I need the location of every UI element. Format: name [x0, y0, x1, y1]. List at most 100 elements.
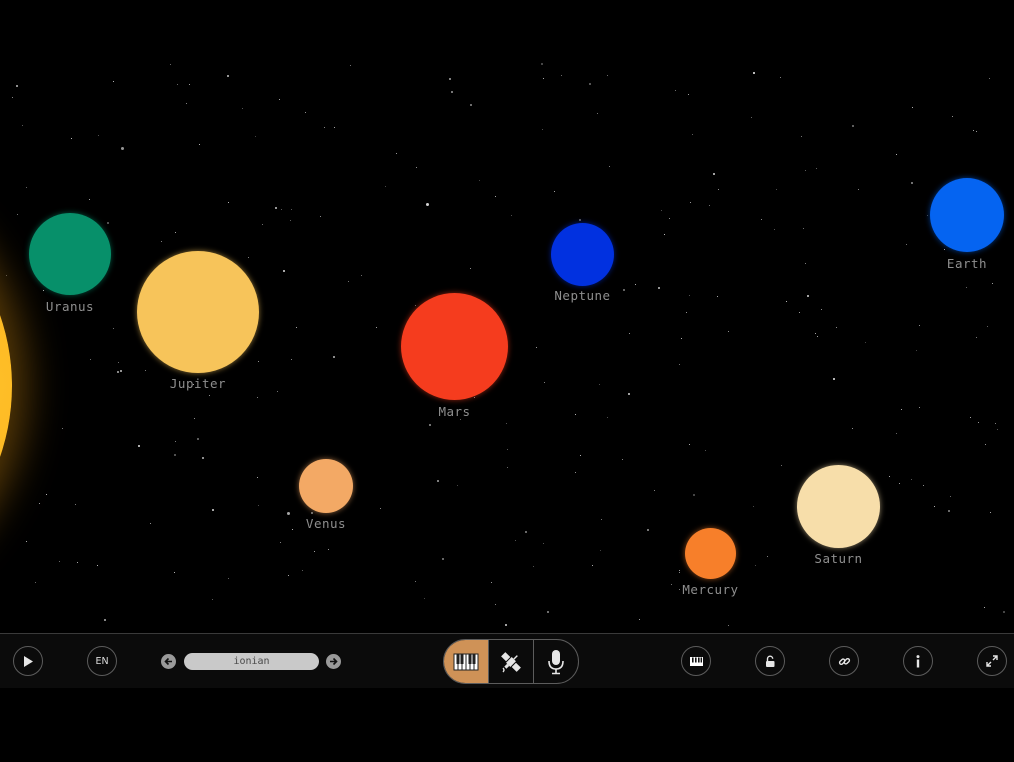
planet-venus[interactable]: Venus	[299, 459, 353, 531]
planet-label: Saturn	[814, 551, 863, 566]
star	[201, 457, 204, 460]
star	[228, 202, 230, 204]
play-button[interactable]	[13, 646, 43, 676]
planet-earth-disc[interactable]	[930, 178, 1004, 252]
midi-keyboard-button[interactable]	[681, 646, 711, 676]
star	[290, 219, 292, 221]
star	[996, 429, 998, 431]
planet-uranus-disc[interactable]	[29, 213, 111, 295]
star	[416, 167, 418, 169]
fullscreen-button[interactable]	[977, 646, 1007, 676]
star	[449, 77, 452, 80]
planet-jupiter-disc[interactable]	[137, 251, 259, 373]
star	[507, 449, 509, 451]
planet-uranus[interactable]: Uranus	[29, 213, 111, 314]
language-button[interactable]: EN	[87, 646, 117, 676]
star	[600, 518, 602, 520]
scale-selector[interactable]: ionian	[184, 653, 319, 670]
unlock-icon	[766, 655, 775, 667]
star	[189, 83, 191, 85]
star	[495, 196, 497, 198]
star	[774, 228, 776, 230]
star	[669, 217, 671, 219]
star	[798, 311, 800, 313]
prev-scale-button[interactable]	[161, 654, 176, 669]
planet-label: Earth	[946, 256, 988, 271]
star	[505, 422, 507, 424]
star	[525, 530, 528, 533]
star	[257, 477, 259, 479]
star	[865, 341, 867, 343]
planet-neptune-disc[interactable]	[551, 223, 614, 286]
star	[679, 571, 681, 573]
star	[816, 167, 818, 169]
star	[291, 358, 293, 360]
star	[802, 228, 804, 230]
mode-selector	[443, 639, 579, 684]
planet-saturn-disc[interactable]	[797, 465, 880, 548]
mode-satellite-button[interactable]	[488, 640, 533, 683]
planet-earth[interactable]: Earth	[930, 178, 1004, 271]
star	[174, 231, 176, 233]
star	[193, 417, 195, 419]
planet-mercury[interactable]: Mercury	[682, 528, 738, 597]
star	[899, 482, 901, 484]
star	[713, 173, 716, 176]
star	[910, 182, 913, 185]
star	[301, 569, 303, 571]
star	[375, 327, 377, 329]
planet-label: Mercury	[682, 582, 739, 597]
star	[628, 333, 630, 335]
planet-mars[interactable]: Mars	[401, 293, 508, 419]
sun[interactable]	[0, 170, 12, 602]
star	[970, 417, 972, 419]
planet-saturn[interactable]: Saturn	[797, 465, 880, 566]
planet-neptune[interactable]: Neptune	[551, 223, 614, 303]
arrow-left-icon	[164, 657, 172, 666]
star	[542, 129, 544, 131]
star	[34, 582, 36, 584]
star	[905, 243, 907, 245]
star	[915, 349, 917, 351]
star	[895, 433, 897, 435]
language-label: EN	[95, 655, 109, 667]
star	[262, 224, 264, 226]
star	[89, 359, 91, 361]
mode-microphone-button[interactable]	[533, 640, 578, 683]
star	[654, 489, 656, 491]
planet-mars-disc[interactable]	[401, 293, 508, 400]
star	[242, 108, 244, 110]
star	[385, 185, 387, 187]
star	[780, 464, 782, 466]
lock-button[interactable]	[755, 646, 785, 676]
star	[76, 562, 78, 564]
star	[750, 116, 752, 118]
star	[658, 287, 660, 290]
star	[918, 407, 920, 409]
planet-jupiter[interactable]: Jupiter	[137, 251, 259, 391]
star	[198, 144, 200, 146]
star	[975, 130, 977, 132]
star	[396, 153, 398, 155]
star	[536, 347, 538, 349]
star	[333, 127, 335, 129]
star	[98, 134, 100, 136]
star	[103, 619, 106, 622]
mode-piano-button[interactable]	[444, 640, 488, 683]
planet-venus-disc[interactable]	[299, 459, 353, 513]
star	[12, 97, 14, 99]
planet-mercury-disc[interactable]	[685, 528, 736, 579]
star	[426, 203, 430, 207]
info-button[interactable]	[903, 646, 933, 676]
share-link-button[interactable]	[829, 646, 859, 676]
next-scale-button[interactable]	[326, 654, 341, 669]
star	[227, 577, 229, 579]
star	[347, 281, 349, 283]
solar-system-view[interactable]: Uranus Jupiter Mars Neptune Earth Venus …	[0, 0, 1014, 633]
star	[978, 422, 980, 424]
star	[679, 363, 681, 365]
star	[911, 478, 913, 480]
star	[442, 557, 445, 560]
star	[226, 75, 229, 78]
star	[606, 416, 608, 418]
